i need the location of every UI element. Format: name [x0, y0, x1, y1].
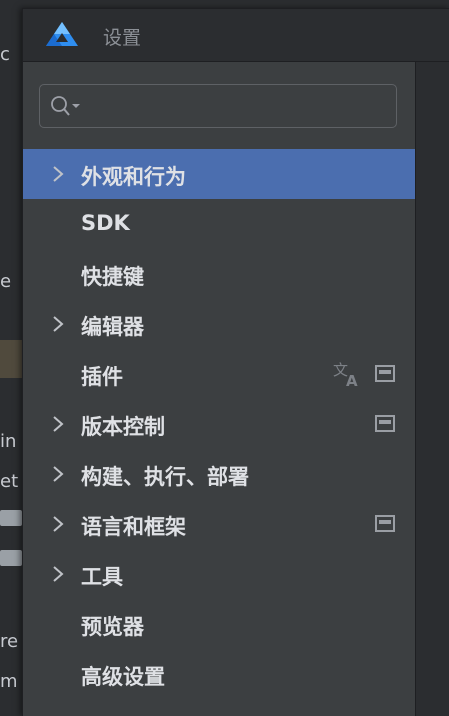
tree-item[interactable]: 预览器	[23, 599, 415, 649]
dialog-title: 设置	[103, 27, 142, 49]
tree-item[interactable]: 快捷键	[23, 249, 415, 299]
search-icon[interactable]	[50, 95, 82, 117]
tree-item-label: 外观和行为	[81, 165, 186, 189]
chevron-right-icon[interactable]	[51, 514, 65, 534]
chevron-right-icon[interactable]	[51, 164, 65, 184]
background-folder-icon	[0, 550, 22, 566]
tree-item-label: 构建、执行、部署	[81, 465, 249, 489]
box-icon	[375, 415, 395, 432]
background-fragment: in	[0, 431, 17, 452]
translate-icon: 文A	[331, 360, 361, 390]
tree-item[interactable]: 插件 文 A	[23, 349, 415, 399]
tree-item[interactable]: 版本控制	[23, 399, 415, 449]
tree-item-label: 编辑器	[81, 315, 144, 339]
chevron-right-icon[interactable]	[51, 464, 65, 484]
tree-item[interactable]: 构建、执行、部署	[23, 449, 415, 499]
background-fragment: e	[0, 271, 12, 292]
box-icon	[375, 515, 395, 532]
tree-item[interactable]: 编辑器	[23, 299, 415, 349]
background-fragment: c	[0, 44, 10, 65]
tree-item-label: 高级设置	[81, 665, 165, 689]
svg-text:A: A	[346, 372, 358, 388]
chevron-right-icon[interactable]	[51, 314, 65, 334]
chevron-right-icon[interactable]	[51, 414, 65, 434]
tree-item[interactable]: 外观和行为	[23, 149, 415, 199]
tree-item-label: 预览器	[81, 615, 144, 639]
background-fragment: et	[0, 471, 19, 492]
dialog-titlebar[interactable]: 设置	[23, 9, 449, 62]
tree-item[interactable]: 语言和框架	[23, 499, 415, 549]
tree-item-label: 版本控制	[81, 415, 165, 439]
settings-tree: 外观和行为 SDK 快捷键编辑器插件 文 A 版本控制构建、执行、部署 语言和框架工具预览器…	[23, 149, 415, 699]
tree-item-label: 插件	[81, 365, 123, 389]
search-input[interactable]	[39, 84, 397, 128]
app-logo-icon	[46, 22, 78, 46]
background-fragment: re	[0, 631, 19, 652]
background-highlight	[0, 340, 22, 378]
tree-item[interactable]: 高级设置	[23, 649, 415, 699]
tree-item-label: 快捷键	[81, 265, 144, 289]
settings-sidebar: 外观和行为 SDK 快捷键编辑器插件 文 A 版本控制构建、执行、部署 语言和框架工具预览器…	[23, 62, 415, 716]
tree-item-label: SDK	[81, 211, 130, 235]
tree-item-label: 语言和框架	[81, 515, 186, 539]
tree-item[interactable]: SDK	[23, 199, 415, 249]
background-fragment: m	[0, 671, 18, 692]
background-folder-icon	[0, 510, 22, 526]
chevron-right-icon[interactable]	[51, 564, 65, 584]
settings-dialog: 设置 外观和行为 SDK 快捷键编辑器插件 文 A 版本控制构建、执行、部署 语言和框架工具…	[22, 8, 449, 716]
box-icon	[375, 365, 395, 382]
tree-item[interactable]: 工具	[23, 549, 415, 599]
tree-item-label: 工具	[81, 565, 123, 589]
settings-content-pane	[415, 62, 449, 716]
